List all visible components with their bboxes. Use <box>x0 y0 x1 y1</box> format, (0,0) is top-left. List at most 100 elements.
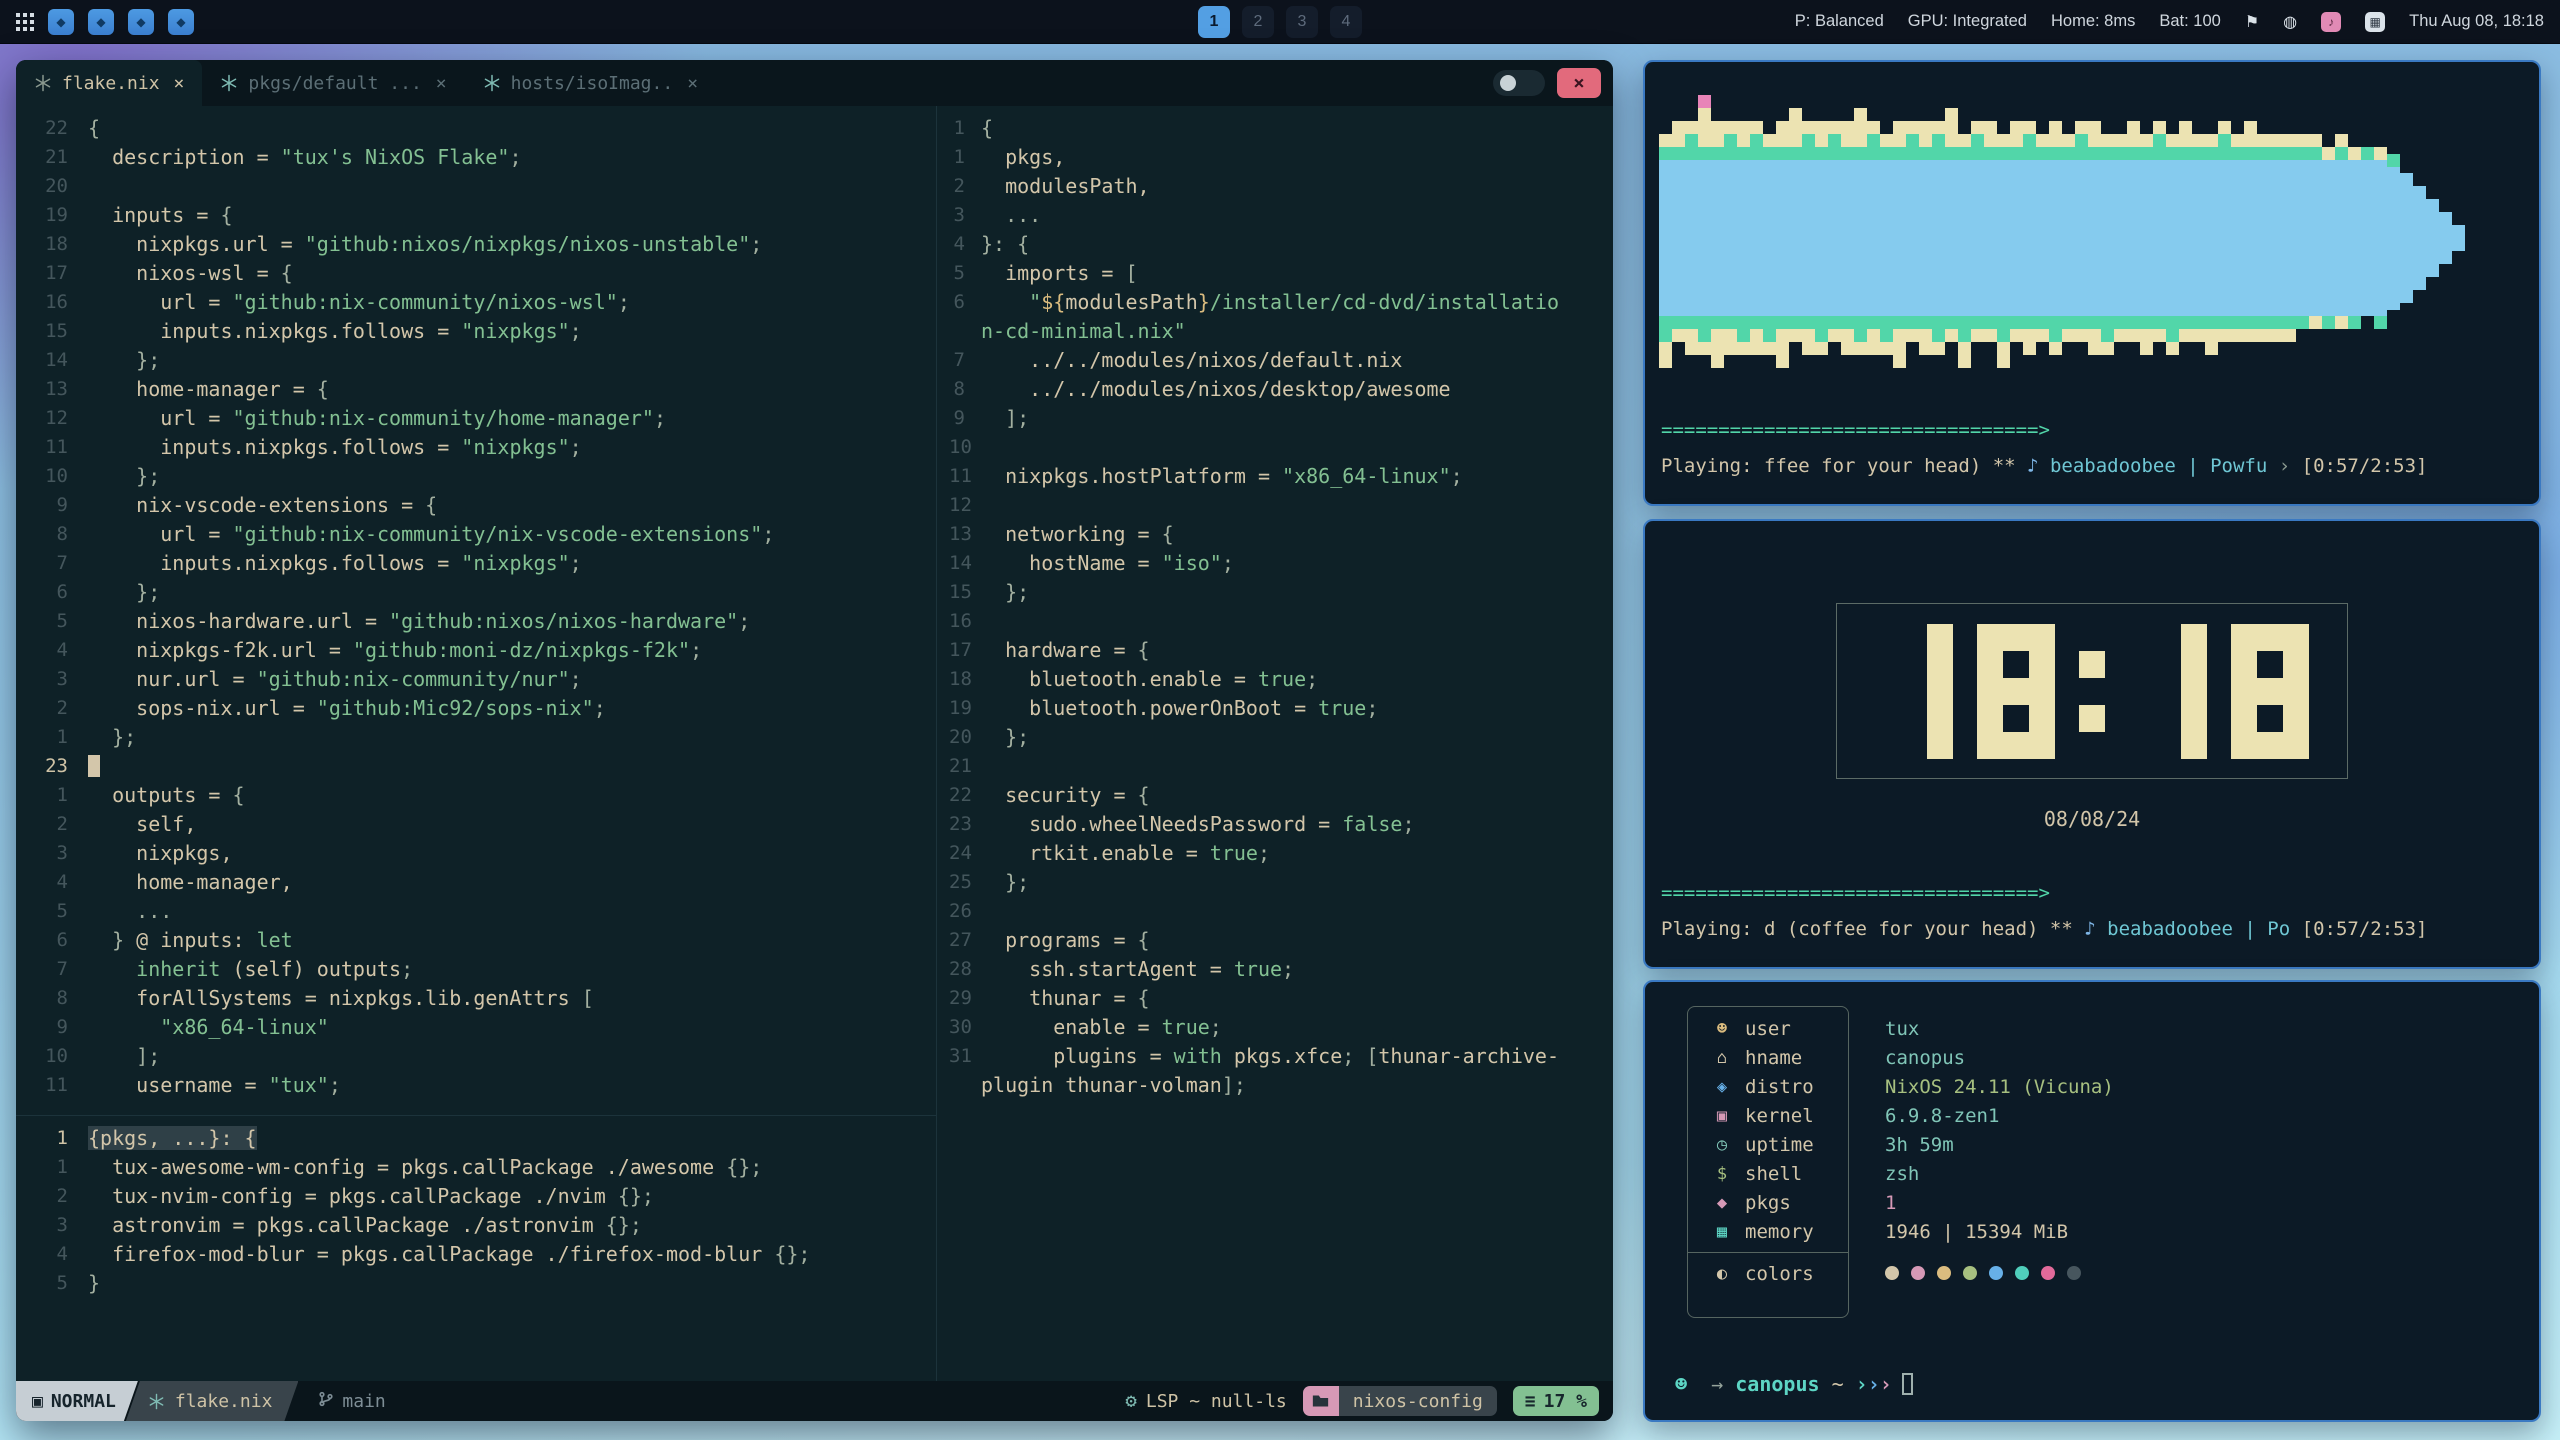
palette-dot <box>1937 1266 1951 1280</box>
visualizer-column <box>1854 108 1867 355</box>
battery-status[interactable]: Bat: 100 <box>2159 12 2220 31</box>
text-segment: /installer/cd-dvd/installatio <box>1210 290 1559 314</box>
fetch-label: kernel <box>1745 1105 1857 1127</box>
tab-hosts-isoimage[interactable]: hosts/isoImag.. × <box>465 60 716 106</box>
clock-frame <box>1836 603 2348 779</box>
text-segment: forAllSystems = nixpkgs.lib.genAttrs <box>88 986 582 1010</box>
line-text: imports = [ <box>981 259 1138 288</box>
tag-1[interactable]: 1 <box>1198 6 1230 38</box>
pinned-app-3[interactable]: ◆ <box>128 9 154 35</box>
text-segment: (self) outputs <box>220 957 401 981</box>
code-line: plugin thunar-volman]; <box>949 1071 1613 1100</box>
visualizer-column <box>1984 121 1997 342</box>
tag-2[interactable]: 2 <box>1242 6 1274 38</box>
code-line: 9 nix-vscode-extensions = { <box>32 491 936 520</box>
code-line: 19 inputs = { <box>32 201 936 230</box>
text-segment: ; <box>570 667 582 691</box>
visualizer-column <box>1776 121 1789 368</box>
code-line: 19 bluetooth.powerOnBoot = true; <box>949 694 1613 723</box>
window-close-button[interactable]: × <box>1557 68 1601 98</box>
text-segment: true <box>1258 667 1306 691</box>
uptime-icon: ◷ <box>1709 1135 1735 1155</box>
text-segment: { <box>981 116 993 140</box>
tray-icon[interactable]: ▦ <box>2365 12 2385 32</box>
text-segment: beabadoobee | Po <box>2107 918 2290 940</box>
flake-nix-buffer[interactable]: 22{21 description = "tux's NixOS Flake";… <box>16 106 936 1115</box>
visualizer-column <box>1659 134 1672 368</box>
line-number: 4 <box>949 230 981 259</box>
project-label: nixos-config <box>1339 1386 1497 1416</box>
line-text: rtkit.enable = true; <box>981 839 1270 868</box>
gpu-status[interactable]: GPU: Integrated <box>1908 12 2027 31</box>
code-line: 17 hardware = { <box>949 636 1613 665</box>
line-number: 28 <box>949 955 981 984</box>
music-indicator-icon[interactable]: ♪ <box>2321 12 2341 32</box>
line-number: 10 <box>32 1042 88 1071</box>
line-number: 7 <box>949 346 981 375</box>
text-segment: ; <box>690 638 702 662</box>
fetch-value: canopus <box>1885 1047 1965 1069</box>
text-segment: ♪ <box>2084 918 2095 940</box>
code-line: 22 security = { <box>949 781 1613 810</box>
line-text: }; <box>981 868 1029 897</box>
separator-line: =================================> <box>1661 881 2529 905</box>
pkgs-default-buffer[interactable]: 1{pkgs, ...}: {1 tux-awesome-wm-config =… <box>16 1115 936 1381</box>
line-number: 18 <box>949 665 981 694</box>
text-segment: tux-awesome-wm-config = pkgs.callPackage… <box>88 1155 726 1179</box>
text-segment: true <box>1234 957 1282 981</box>
visualizer-column <box>1802 121 1815 355</box>
text-segment: nixpkgs-f2k.url = <box>88 638 353 662</box>
fetch-window: ☻usertux⌂hnamecanopus◈distroNixOS 24.11 … <box>1643 980 2541 1422</box>
code-line: 6 }; <box>32 578 936 607</box>
text-segment: ; <box>1342 1044 1354 1068</box>
text-segment: }; <box>88 725 136 749</box>
tag-4[interactable]: 4 <box>1330 6 1362 38</box>
visualizer-column <box>2309 134 2322 329</box>
text-segment: ; <box>738 609 750 633</box>
tab-close-icon[interactable]: × <box>174 73 185 94</box>
text-segment: "github:Mic92/sops-nix" <box>317 696 594 720</box>
eye-toggle-icon[interactable] <box>1493 70 1545 96</box>
code-line: 27 programs = { <box>949 926 1613 955</box>
shell-prompt[interactable]: ☻ → canopus ~ ››› <box>1675 1372 1913 1396</box>
visualizer-column <box>2088 121 2101 355</box>
line-text: bluetooth.powerOnBoot = true; <box>981 694 1378 723</box>
code-line: 14 }; <box>32 346 936 375</box>
pinned-app-2[interactable]: ◆ <box>88 9 114 35</box>
line-text: }; <box>981 723 1029 752</box>
text-segment: { <box>1162 522 1174 546</box>
tab-close-icon[interactable]: × <box>687 73 698 94</box>
tab-pkgs-default[interactable]: pkgs/default ... × <box>202 60 464 106</box>
line-text: outputs = { <box>88 781 245 810</box>
tag-3[interactable]: 3 <box>1286 6 1318 38</box>
app-launcher-icon[interactable] <box>16 13 34 31</box>
line-text: inputs.nixpkgs.follows = "nixpkgs"; <box>88 549 582 578</box>
code-line: 3 nur.url = "github:nix-community/nur"; <box>32 665 936 694</box>
visualizer-column <box>1867 121 1880 355</box>
line-number: 2 <box>32 1182 88 1211</box>
network-icon[interactable]: ◍ <box>2283 12 2297 32</box>
flag-icon[interactable]: ⚑ <box>2245 12 2259 32</box>
tab-flake-nix[interactable]: flake.nix × <box>16 60 202 106</box>
tab-close-icon[interactable]: × <box>436 73 447 94</box>
visualizer-column <box>2413 186 2426 290</box>
pinned-app-4[interactable]: ◆ <box>168 9 194 35</box>
fetch-row: ▦memory1946 | 15394 MiB <box>1645 1217 2114 1246</box>
pinned-app-1[interactable]: ◆ <box>48 9 74 35</box>
code-line: 17 nixos-wsl = { <box>32 259 936 288</box>
iso-config-buffer[interactable]: 1{1 pkgs,2 modulesPath,3 ...4}: {5 impor… <box>937 106 1613 1381</box>
line-text: }; <box>981 578 1029 607</box>
text-segment: bluetooth.enable = <box>981 667 1258 691</box>
text-segment: ; <box>1210 1015 1222 1039</box>
ping-status[interactable]: Home: 8ms <box>2051 12 2135 31</box>
line-number: 8 <box>32 520 88 549</box>
line-text: ]; <box>981 404 1029 433</box>
code-line: 6 } @ inputs: let <box>32 926 936 955</box>
palette-dot <box>2015 1266 2029 1280</box>
code-line: 31 plugins = with pkgs.xfce; [thunar-arc… <box>949 1042 1613 1071</box>
power-profile[interactable]: P: Balanced <box>1795 12 1884 31</box>
line-number: 1 <box>949 114 981 143</box>
line-text: }; <box>88 723 136 752</box>
text-segment: }; <box>981 580 1029 604</box>
visualizer-column <box>2348 147 2361 329</box>
